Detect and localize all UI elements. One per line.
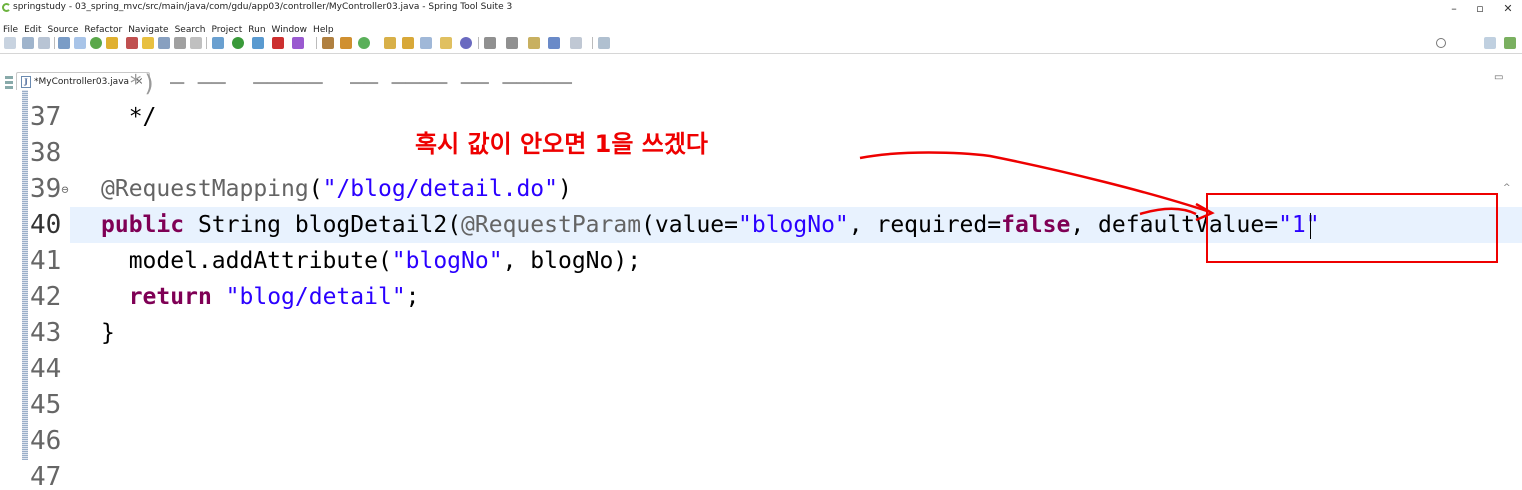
red-highlight-box	[1206, 193, 1498, 263]
ide-window: springstudy - 03_spring_mvc/src/main/jav…	[0, 0, 1522, 490]
